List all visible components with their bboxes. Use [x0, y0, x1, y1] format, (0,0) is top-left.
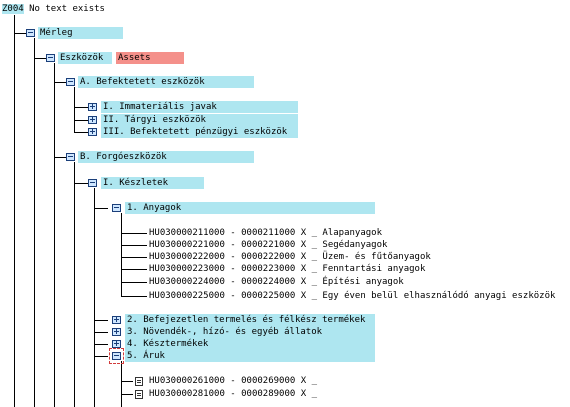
range-values: HU030000224000 - 0000224000: [149, 277, 296, 287]
tree-node-forgo[interactable]: B. Forgóeszközök: [78, 151, 254, 163]
range-values: HU030000261000 - 0000269000: [149, 376, 296, 386]
range-name: _: [311, 376, 317, 386]
folder-open-icon[interactable]: [112, 352, 121, 360]
folder-open-icon[interactable]: [46, 54, 55, 62]
tree-node-penzugyi[interactable]: III. Befektetett pénzügyi eszközök: [101, 126, 298, 138]
tree-node-eszkozok[interactable]: Eszközök: [58, 52, 112, 64]
range-row[interactable]: HU030000221000 - 0000221000 X _ Segédany…: [149, 239, 387, 251]
document-icon: [135, 390, 143, 399]
tree-node-aruk[interactable]: 5. Áruk: [125, 350, 375, 362]
range-flag: X: [300, 277, 307, 287]
folder-closed-icon[interactable]: [88, 116, 97, 124]
tree-node-merleg[interactable]: Mérleg: [38, 27, 123, 39]
range-name: _ Építési anyagok: [311, 277, 404, 287]
range-flag: X: [300, 264, 307, 274]
folder-closed-icon[interactable]: [88, 128, 97, 136]
tree-node-keszletek[interactable]: I. Készletek: [101, 177, 204, 189]
document-icon: [135, 377, 143, 386]
range-flag: X: [300, 389, 307, 399]
range-values: HU030000211000 - 0000211000: [149, 228, 296, 238]
range-name: _ Alapanyagok: [311, 228, 383, 238]
range-name: _ Fenntartási anyagok: [311, 264, 426, 274]
range-values: HU030000221000 - 0000221000: [149, 240, 296, 250]
range-row[interactable]: HU030000222000 - 0000222000 X _ Üzem- és…: [149, 251, 431, 263]
range-flag: X: [300, 291, 307, 301]
range-flag: X: [300, 376, 307, 386]
folder-closed-icon[interactable]: [112, 328, 121, 336]
range-values: HU030000281000 - 0000289000: [149, 389, 296, 399]
folder-open-icon[interactable]: [26, 29, 35, 37]
range-name: _ Segédanyagok: [311, 240, 388, 250]
range-row[interactable]: HU030000261000 - 0000269000 X _: [149, 375, 317, 387]
tree-node-befektetett[interactable]: A. Befektetett eszközök: [78, 76, 254, 88]
range-name: _ Egy éven belül elhasználódó anyagi esz…: [311, 291, 556, 301]
folder-open-icon[interactable]: [112, 204, 121, 212]
tree-node-immaterialis[interactable]: I. Immateriális javak: [101, 101, 298, 113]
range-name: _: [311, 389, 317, 399]
range-flag: X: [300, 228, 307, 238]
tree-node-kesztermekek[interactable]: 4. Késztermékek: [125, 338, 375, 350]
tree-node-befejezetlen[interactable]: 2. Befejezetlen termelés és félkész term…: [125, 314, 375, 326]
range-row[interactable]: HU030000211000 - 0000211000 X _ Alapanya…: [149, 227, 382, 239]
range-row[interactable]: HU030000281000 - 0000289000 X _: [149, 388, 317, 400]
folder-closed-icon[interactable]: [112, 316, 121, 324]
range-flag: X: [300, 240, 307, 250]
tree-node-novendek[interactable]: 3. Növendék-, hízó- és egyéb állatok: [125, 326, 375, 338]
range-row[interactable]: HU030000225000 - 0000225000 X _ Egy éven…: [149, 290, 555, 302]
header-line: Z004 No text exists: [2, 3, 105, 15]
range-name: _ Üzem- és fűtőanyagok: [311, 252, 431, 262]
header-message: No text exists: [29, 4, 105, 14]
range-row[interactable]: HU030000223000 - 0000223000 X _ Fenntart…: [149, 263, 425, 275]
folder-closed-icon[interactable]: [112, 340, 121, 348]
range-values: HU030000225000 - 0000225000: [149, 291, 296, 301]
range-row[interactable]: HU030000224000 - 0000224000 X _ Építési …: [149, 276, 404, 288]
folder-open-icon[interactable]: [66, 78, 75, 86]
range-flag: X: [300, 252, 307, 262]
tree-node-anyagok[interactable]: 1. Anyagok: [125, 202, 375, 214]
folder-closed-icon[interactable]: [88, 103, 97, 111]
assets-tag: Assets: [116, 52, 184, 64]
tree-node-targyi[interactable]: II. Tárgyi eszközök: [101, 114, 298, 126]
range-values: HU030000223000 - 0000223000: [149, 264, 296, 274]
range-values: HU030000222000 - 0000222000: [149, 252, 296, 262]
folder-open-icon[interactable]: [66, 153, 75, 161]
header-id: Z004: [2, 4, 24, 14]
folder-open-icon[interactable]: [88, 179, 97, 187]
